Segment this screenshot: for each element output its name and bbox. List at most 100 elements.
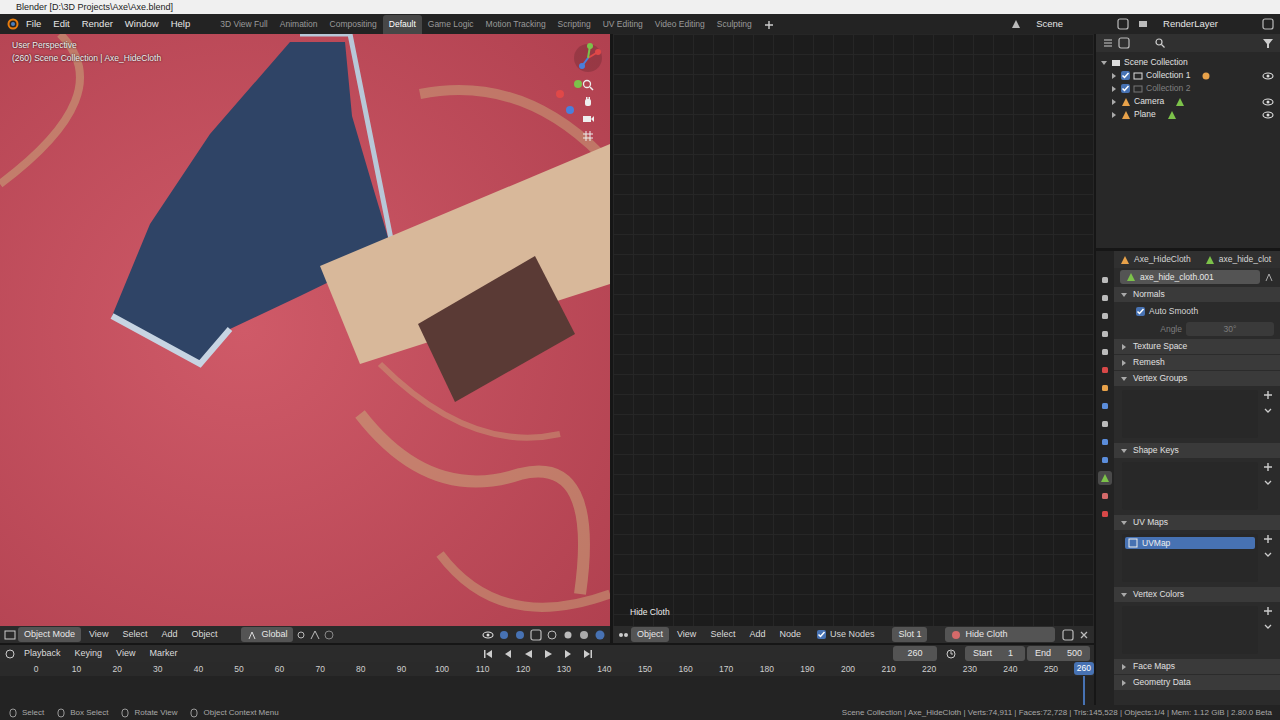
panel-header[interactable]: Vertex Groups [1114, 371, 1280, 386]
workspace-tab[interactable]: Motion Tracking [480, 15, 552, 34]
workspace-tab[interactable]: Compositing [324, 15, 383, 34]
outliner-editor-type-icon[interactable] [1102, 37, 1114, 49]
workspace-tab[interactable]: Game Logic [422, 15, 480, 34]
new-layer-icon[interactable] [1262, 18, 1274, 30]
properties-tab[interactable] [1098, 507, 1112, 521]
properties-tab[interactable] [1098, 471, 1112, 485]
workspace-tab[interactable]: 3D View Full [214, 15, 274, 34]
jump-start-icon[interactable] [482, 648, 494, 660]
panel-header[interactable]: Face Maps [1114, 659, 1280, 674]
node-menu[interactable]: Add [743, 627, 771, 643]
timeline-menu[interactable]: Keying [69, 646, 109, 662]
filter-icon[interactable] [1262, 37, 1274, 49]
xray-icon[interactable] [530, 629, 542, 641]
properties-tab[interactable] [1098, 399, 1112, 413]
properties-tab[interactable] [1098, 417, 1112, 431]
editor-type-icon[interactable] [4, 629, 16, 641]
item-list[interactable] [1122, 390, 1258, 438]
expand-arrow[interactable] [1112, 86, 1116, 92]
panel-header[interactable]: Vertex Colors [1114, 587, 1280, 602]
menu-item[interactable]: File [20, 17, 47, 31]
properties-tab[interactable] [1098, 273, 1112, 287]
outliner-item[interactable]: Scene Collection [1096, 56, 1280, 69]
panel-header[interactable]: Remesh [1114, 355, 1280, 370]
render-layer-name[interactable]: RenderLayer [1157, 17, 1224, 31]
menu-item[interactable]: Window [119, 17, 165, 31]
gizmos-icon[interactable] [498, 629, 510, 641]
add-workspace-icon[interactable] [764, 20, 774, 30]
outliner-item[interactable]: Collection 1 [1096, 69, 1280, 82]
properties-tab[interactable] [1098, 381, 1112, 395]
scene-icon[interactable] [1010, 18, 1022, 30]
node-menu[interactable]: View [671, 627, 702, 643]
visibility-toggle[interactable] [1262, 70, 1274, 82]
wireframe-shading-icon[interactable] [546, 629, 558, 641]
collection-checkbox[interactable] [1121, 71, 1130, 80]
pan-hand-icon[interactable] [582, 96, 594, 108]
menu-item[interactable]: Edit [47, 17, 75, 31]
outliner-item[interactable]: Plane [1096, 108, 1280, 121]
overlays-icon[interactable] [514, 629, 526, 641]
menu-item[interactable]: Help [165, 17, 197, 31]
grid-icon[interactable] [582, 130, 594, 142]
next-key-icon[interactable] [562, 648, 574, 660]
pivot-icon[interactable] [295, 629, 307, 641]
visibility-icon[interactable] [482, 629, 494, 641]
add-icon[interactable] [1263, 606, 1273, 616]
panel-header[interactable]: Geometry Data [1114, 675, 1280, 690]
outliner-item[interactable]: Camera [1096, 95, 1280, 108]
menu-item[interactable]: Render [76, 17, 119, 31]
shader-type-dropdown[interactable]: Object [631, 627, 669, 643]
visibility-toggle[interactable] [1262, 109, 1274, 121]
use-nodes-checkbox[interactable] [817, 630, 826, 639]
blender-logo-icon[interactable] [6, 17, 20, 31]
snap-icon[interactable] [309, 629, 321, 641]
item-list[interactable]: UVMap [1122, 534, 1258, 582]
duplicate-icon[interactable] [1062, 629, 1074, 641]
search-icon[interactable] [1154, 37, 1166, 49]
current-frame-field[interactable]: 260 [893, 646, 937, 662]
unlink-icon[interactable] [1078, 629, 1090, 641]
add-icon[interactable] [1263, 390, 1273, 400]
node-menu[interactable]: Select [704, 627, 741, 643]
properties-tab[interactable] [1098, 435, 1112, 449]
mode-dropdown[interactable]: Object Mode [18, 627, 81, 643]
start-frame-field[interactable]: Start1 [965, 646, 1025, 662]
use-nodes-toggle[interactable]: Use Nodes [817, 628, 875, 642]
workspace-tab[interactable]: Animation [274, 15, 324, 34]
auto-smooth-checkbox[interactable] [1136, 307, 1145, 316]
prev-key-icon[interactable] [502, 648, 514, 660]
slot-dropdown[interactable]: Slot 1 [892, 627, 927, 643]
display-mode-icon[interactable] [1118, 37, 1130, 49]
end-frame-field[interactable]: End500 [1027, 646, 1090, 662]
properties-tab[interactable] [1098, 345, 1112, 359]
properties-tab[interactable] [1098, 291, 1112, 305]
playhead[interactable]: 260 [1074, 662, 1094, 675]
datablock-field[interactable]: axe_hide_cloth.001 [1120, 270, 1260, 285]
menu-down-icon[interactable] [1263, 622, 1273, 632]
timeline-menu[interactable]: Marker [143, 646, 183, 662]
workspace-tab[interactable]: Default [383, 15, 422, 34]
play-icon[interactable] [542, 648, 554, 660]
menu-down-icon[interactable] [1263, 550, 1273, 560]
frame-ruler[interactable]: 0102030405060708090100110120130140150160… [0, 662, 1094, 676]
viewport-menu[interactable]: Add [155, 627, 183, 643]
jump-end-icon[interactable] [582, 648, 594, 660]
timeline-body[interactable] [0, 676, 1094, 705]
workspace-tab[interactable]: Video Editing [649, 15, 711, 34]
viewport-menu[interactable]: View [83, 627, 114, 643]
workspace-tab[interactable]: Scripting [552, 15, 597, 34]
workspace-tab[interactable]: UV Editing [597, 15, 649, 34]
node-menu[interactable]: Node [773, 627, 807, 643]
viewport-menu[interactable]: Object [185, 627, 223, 643]
panel-header[interactable]: Shape Keys [1114, 443, 1280, 458]
material-field[interactable]: Hide Cloth [945, 627, 1055, 643]
rendered-shading-icon[interactable] [594, 629, 606, 641]
fake-user-icon[interactable] [1264, 272, 1274, 282]
workspace-tab[interactable]: Sculpting [711, 15, 758, 34]
panel-header[interactable]: Texture Space [1114, 339, 1280, 354]
viewport-menu[interactable]: Select [116, 627, 153, 643]
play-reverse-icon[interactable] [522, 648, 534, 660]
visibility-toggle[interactable] [1262, 96, 1274, 108]
panel-header[interactable]: UV Maps [1114, 515, 1280, 530]
